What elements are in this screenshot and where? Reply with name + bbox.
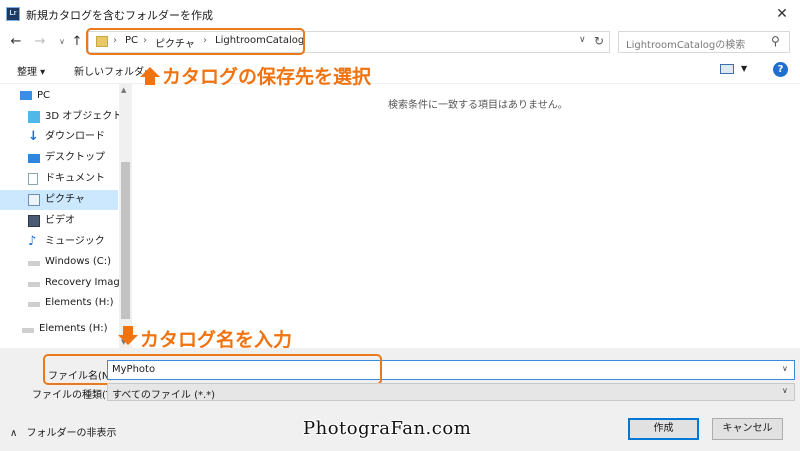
drive-icon (28, 261, 40, 266)
document-icon (28, 173, 38, 185)
pictures-icon (28, 194, 40, 206)
lightroom-app-icon: Lr (6, 7, 20, 21)
drive-icon (28, 302, 40, 307)
back-arrow-icon[interactable]: ← (8, 33, 24, 51)
desktop-icon (28, 154, 40, 163)
organize-button[interactable]: 整理 ▾ (17, 63, 45, 78)
sidebar-item-label: ビデオ (45, 215, 75, 226)
address-dropdown-icon[interactable]: ∨ (579, 35, 586, 45)
search-placeholder: LightroomCatalogの検索 (626, 40, 746, 51)
sidebar-item-label: PC (37, 90, 51, 101)
forward-arrow-icon[interactable]: → (32, 33, 48, 51)
search-icon[interactable]: ⚲ (771, 34, 780, 48)
recent-locations-chevron-icon[interactable]: ∨ (58, 33, 66, 51)
drive-icon (28, 282, 40, 287)
navigation-pane: PC 3D オブジェクト ↓ ダウンロード デスクトップ ドキュメント ピクチャ… (0, 84, 133, 348)
scroll-up-icon[interactable]: ▲ (121, 86, 126, 94)
sidebar-item-pictures[interactable]: ピクチャ (0, 190, 118, 210)
help-icon[interactable]: ? (773, 62, 788, 77)
refresh-icon[interactable]: ↻ (594, 34, 604, 48)
music-icon: ♪ (28, 234, 37, 249)
filetype-value: すべてのファイル (*.*) (112, 390, 216, 401)
hide-folders-label: フォルダーの非表示 (26, 428, 117, 439)
sidebar-item-label: Windows (C:) (45, 256, 111, 267)
sidebar-item-label: Recovery Image (45, 277, 126, 288)
sidebar-item-label: Elements (H:) (39, 323, 108, 334)
address-highlight-box (86, 28, 305, 55)
filename-dropdown-icon[interactable]: ∨ (782, 364, 788, 373)
file-list-pane[interactable]: 検索条件に一致する項目はありません。 (133, 84, 800, 348)
create-button[interactable]: 作成 (628, 418, 699, 440)
view-options-icon[interactable] (720, 64, 734, 74)
sidebar-item-label: Elements (H:) (45, 297, 114, 308)
sidebar-item-label: ダウンロード (45, 131, 105, 142)
cube-icon (28, 111, 40, 123)
sidebar-scrollbar[interactable]: ▲ ▼ (119, 84, 132, 348)
down-arrow-callout-icon (118, 335, 138, 345)
command-bar: 整理 ▾ 新しいフォルダー ▼ ? (0, 56, 800, 84)
sidebar-item-label: デスクトップ (45, 152, 105, 163)
search-input[interactable]: LightroomCatalogの検索 ⚲ (618, 31, 790, 53)
download-icon: ↓ (28, 129, 39, 144)
chevron-up-icon: ∧ (10, 428, 18, 439)
sidebar-item-label: ピクチャ (45, 194, 85, 205)
filetype-select[interactable]: すべてのファイル (*.*) ∨ (107, 383, 795, 401)
sidebar-item-label: 3D オブジェクト (45, 111, 123, 122)
cancel-button[interactable]: キャンセル (712, 418, 783, 440)
empty-results-message: 検索条件に一致する項目はありません。 (388, 100, 568, 111)
watermark: PhotograFan.com (303, 418, 472, 439)
pc-icon (20, 91, 32, 100)
view-dropdown-icon[interactable]: ▼ (741, 64, 747, 73)
scrollbar-thumb[interactable] (121, 162, 130, 319)
down-arrow-callout-stem (123, 326, 133, 335)
close-icon[interactable]: ✕ (770, 4, 794, 24)
sidebar-item-label: ドキュメント (45, 173, 105, 184)
up-arrow-icon[interactable]: ↑ (70, 33, 84, 51)
title-bar: Lr 新規カタログを含むフォルダーを作成 ✕ (0, 0, 800, 28)
hide-folders-toggle[interactable]: ∧ フォルダーの非表示 (10, 424, 117, 439)
filetype-dropdown-icon[interactable]: ∨ (782, 386, 788, 395)
drive-icon (22, 328, 34, 333)
filename-highlight-box (43, 354, 382, 385)
window-title: 新規カタログを含むフォルダーを作成 (26, 9, 213, 22)
video-icon (28, 215, 40, 227)
sidebar-item-label: ミュージック (45, 236, 105, 247)
